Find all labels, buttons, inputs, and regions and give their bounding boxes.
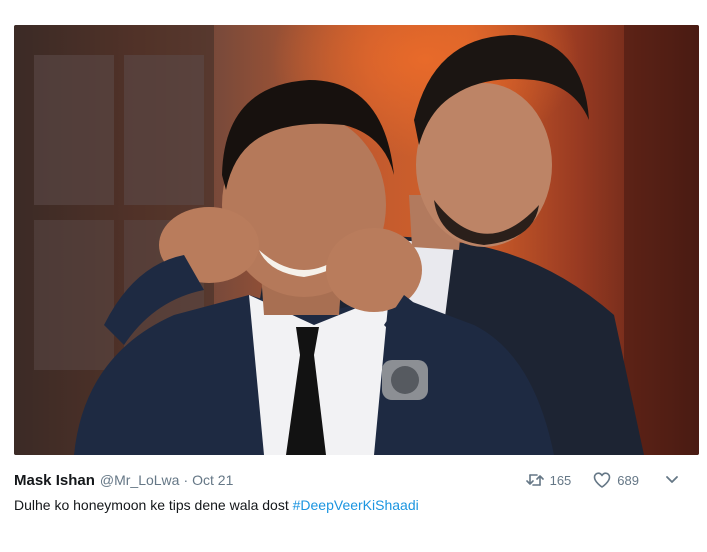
tweet-photo[interactable] [14, 25, 699, 455]
like-button[interactable]: 689 [593, 472, 639, 488]
separator: · [183, 472, 189, 488]
retweet-icon [525, 474, 544, 486]
tweet-text: Dulhe ko honeymoon ke tips dene wala dos… [14, 495, 699, 515]
hashtag-link[interactable]: #DeepVeerKiShaadi [293, 497, 419, 513]
photo-illustration [14, 25, 699, 455]
author-name[interactable]: Mask Ishan [14, 472, 95, 489]
tweet-meta: Mask Ishan @Mr_LoLwa · Oct 21 165 689 [14, 468, 699, 492]
tweet-actions: 165 689 [504, 468, 685, 492]
like-count: 689 [617, 472, 639, 488]
retweet-button[interactable]: 165 [525, 472, 572, 488]
tweet-date[interactable]: Oct 21 [192, 472, 233, 488]
tweet-body: Dulhe ko honeymoon ke tips dene wala dos… [14, 497, 289, 513]
chevron-down-icon [666, 476, 678, 483]
heart-icon [593, 472, 611, 488]
more-options-button[interactable] [665, 475, 685, 485]
author-handle[interactable]: @Mr_LoLwa [100, 472, 180, 488]
retweet-count: 165 [549, 472, 572, 488]
